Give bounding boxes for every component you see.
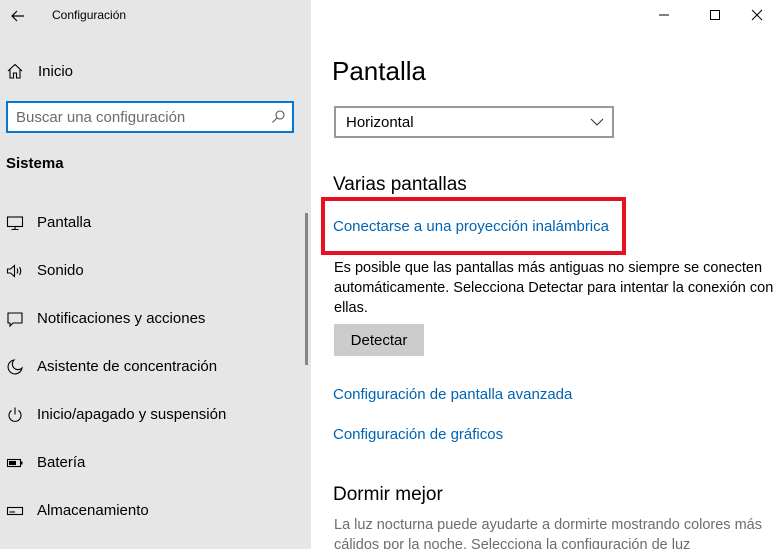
sidebar-item-label: Inicio/apagado y suspensión	[37, 406, 227, 423]
storage-icon	[6, 506, 24, 516]
home-icon	[7, 63, 23, 79]
sidebar-item-home[interactable]: Inicio	[0, 56, 311, 86]
titlebar: Configuración	[0, 0, 311, 32]
orientation-dropdown[interactable]: Horizontal	[334, 106, 614, 138]
section-title: Sistema	[6, 155, 64, 172]
close-icon	[751, 9, 763, 21]
sidebar-item-energia[interactable]: Inicio/apagado y suspensión	[0, 395, 304, 433]
sleep-heading: Dormir mejor	[333, 484, 443, 505]
page-title: Pantalla	[332, 56, 426, 86]
graphics-settings-link[interactable]: Configuración de gráficos	[333, 426, 503, 443]
main-content: Pantalla Horizontal Varias pantallas Con…	[311, 0, 780, 549]
orientation-value: Horizontal	[346, 114, 414, 131]
sidebar-item-label: Notificaciones y acciones	[37, 310, 206, 327]
app-title: Configuración	[52, 8, 127, 22]
sidebar-item-asistente[interactable]: Asistente de concentración	[0, 347, 304, 385]
search-icon[interactable]	[270, 109, 286, 125]
sidebar-item-label: Asistente de concentración	[37, 358, 218, 375]
detect-button[interactable]: Detectar	[334, 324, 424, 356]
multi-display-heading: Varias pantallas	[333, 174, 467, 195]
sidebar-item-sonido[interactable]: Sonido	[0, 251, 304, 289]
sidebar: Configuración Inicio Sistema Pantalla So…	[0, 0, 311, 549]
minimize-icon	[659, 14, 669, 16]
sidebar-item-notificaciones[interactable]: Notificaciones y acciones	[0, 299, 304, 337]
home-label: Inicio	[38, 63, 74, 80]
speaker-icon	[6, 264, 22, 278]
sidebar-item-label: Pantalla	[37, 214, 92, 231]
wireless-display-link[interactable]: Conectarse a una proyección inalámbrica	[333, 218, 609, 235]
back-button[interactable]	[6, 4, 30, 28]
maximize-button[interactable]	[692, 0, 738, 30]
close-button[interactable]	[734, 0, 780, 30]
power-icon	[8, 407, 22, 422]
sidebar-scrollbar[interactable]	[305, 213, 308, 365]
minimize-button[interactable]	[641, 0, 687, 30]
back-arrow-icon	[11, 10, 24, 22]
battery-icon	[6, 458, 23, 468]
chevron-down-icon	[590, 118, 604, 126]
sidebar-item-bateria[interactable]: Batería	[0, 443, 304, 481]
sidebar-item-label: Almacenamiento	[37, 502, 149, 519]
sidebar-item-almacenamiento[interactable]: Almacenamiento	[0, 491, 304, 529]
multi-display-description: Es posible que las pantallas más antigua…	[334, 260, 774, 316]
notification-icon	[7, 312, 23, 328]
search-box[interactable]	[6, 101, 294, 133]
monitor-icon	[6, 216, 24, 231]
moon-icon	[7, 359, 23, 375]
search-input[interactable]	[16, 107, 266, 127]
sidebar-item-pantalla[interactable]: Pantalla	[0, 203, 304, 241]
maximize-icon	[710, 10, 720, 20]
sleep-description: La luz nocturna puede ayudarte a dormirt…	[334, 517, 762, 549]
sidebar-item-label: Batería	[37, 454, 86, 471]
advanced-display-link[interactable]: Configuración de pantalla avanzada	[333, 386, 572, 403]
sidebar-item-label: Sonido	[37, 262, 84, 279]
